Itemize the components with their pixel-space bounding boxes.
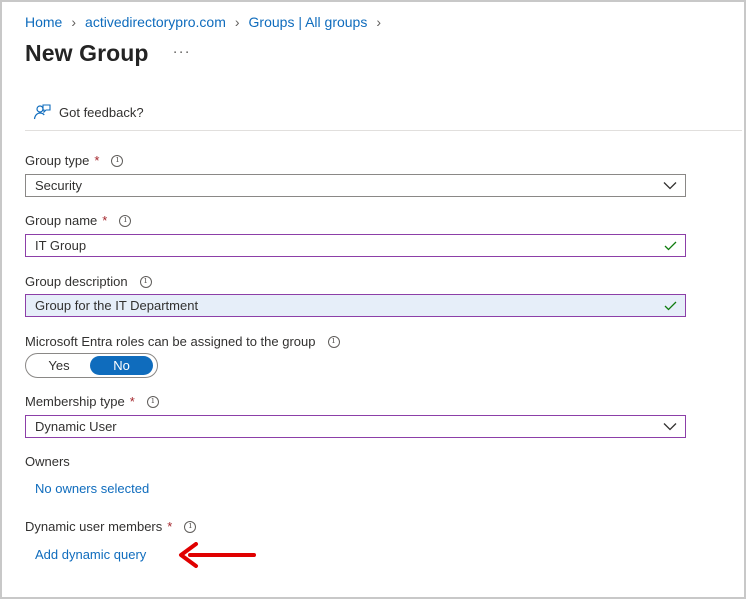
- entra-roles-toggle[interactable]: Yes No: [25, 353, 158, 378]
- breadcrumb-home[interactable]: Home: [25, 14, 62, 30]
- owners-label-row: Owners: [25, 454, 70, 469]
- no-owners-selected-link[interactable]: No owners selected: [35, 481, 149, 496]
- group-name-value: IT Group: [35, 238, 87, 253]
- feedback-button[interactable]: Got feedback?: [33, 103, 144, 121]
- chevron-down-icon: [663, 423, 677, 431]
- membership-type-label: Membership type: [25, 394, 125, 409]
- required-marker: *: [167, 519, 173, 534]
- membership-type-value: Dynamic User: [35, 419, 117, 434]
- group-type-value: Security: [35, 178, 82, 193]
- page-title: New Group: [25, 40, 149, 66]
- info-icon[interactable]: i: [184, 520, 197, 533]
- dynamic-members-label: Dynamic user members: [25, 519, 163, 534]
- info-icon[interactable]: i: [119, 214, 132, 227]
- group-type-label-row: Group type * i: [25, 153, 124, 168]
- entra-roles-label-row: Microsoft Entra roles can be assigned to…: [25, 334, 340, 349]
- toggle-yes-option[interactable]: Yes: [28, 358, 90, 373]
- annotation-arrow-icon: [179, 542, 256, 568]
- chevron-down-icon: [663, 182, 677, 190]
- group-name-label-row: Group name * i: [25, 213, 132, 228]
- divider: [25, 130, 742, 131]
- add-dynamic-query-link[interactable]: Add dynamic query: [35, 547, 146, 562]
- chevron-right-icon: ›: [376, 14, 382, 30]
- new-group-panel: Home › activedirectorypro.com › Groups |…: [0, 0, 746, 599]
- group-description-input[interactable]: Group for the IT Department: [25, 294, 686, 317]
- chevron-right-icon: ›: [234, 14, 240, 30]
- group-description-label: Group description: [25, 274, 128, 289]
- group-type-dropdown[interactable]: Security: [25, 174, 686, 197]
- membership-type-label-row: Membership type * i: [25, 394, 159, 409]
- group-type-label: Group type: [25, 153, 90, 168]
- chevron-right-icon: ›: [71, 14, 77, 30]
- breadcrumb: Home › activedirectorypro.com › Groups |…: [25, 12, 390, 32]
- info-icon[interactable]: i: [139, 275, 152, 288]
- group-description-value: Group for the IT Department: [35, 298, 199, 313]
- checkmark-icon: [664, 301, 677, 310]
- feedback-label: Got feedback?: [59, 104, 144, 120]
- group-name-input[interactable]: IT Group: [25, 234, 686, 257]
- group-name-label: Group name: [25, 213, 98, 228]
- more-options-icon[interactable]: ···: [173, 43, 191, 60]
- breadcrumb-tenant[interactable]: activedirectorypro.com: [85, 14, 226, 30]
- toggle-no-option[interactable]: No: [90, 356, 153, 375]
- title-row: New Group ···: [25, 40, 191, 67]
- required-marker: *: [94, 153, 100, 168]
- checkmark-icon: [664, 241, 677, 250]
- group-description-label-row: Group description i: [25, 274, 152, 289]
- info-icon[interactable]: i: [327, 335, 340, 348]
- owners-label: Owners: [25, 454, 70, 469]
- info-icon[interactable]: i: [111, 154, 124, 167]
- required-marker: *: [102, 213, 108, 228]
- required-marker: *: [129, 394, 135, 409]
- breadcrumb-groups[interactable]: Groups | All groups: [249, 14, 368, 30]
- feedback-person-icon: [33, 104, 51, 120]
- dynamic-members-label-row: Dynamic user members * i: [25, 519, 197, 534]
- membership-type-dropdown[interactable]: Dynamic User: [25, 415, 686, 438]
- entra-roles-label: Microsoft Entra roles can be assigned to…: [25, 334, 316, 349]
- info-icon[interactable]: i: [146, 395, 159, 408]
